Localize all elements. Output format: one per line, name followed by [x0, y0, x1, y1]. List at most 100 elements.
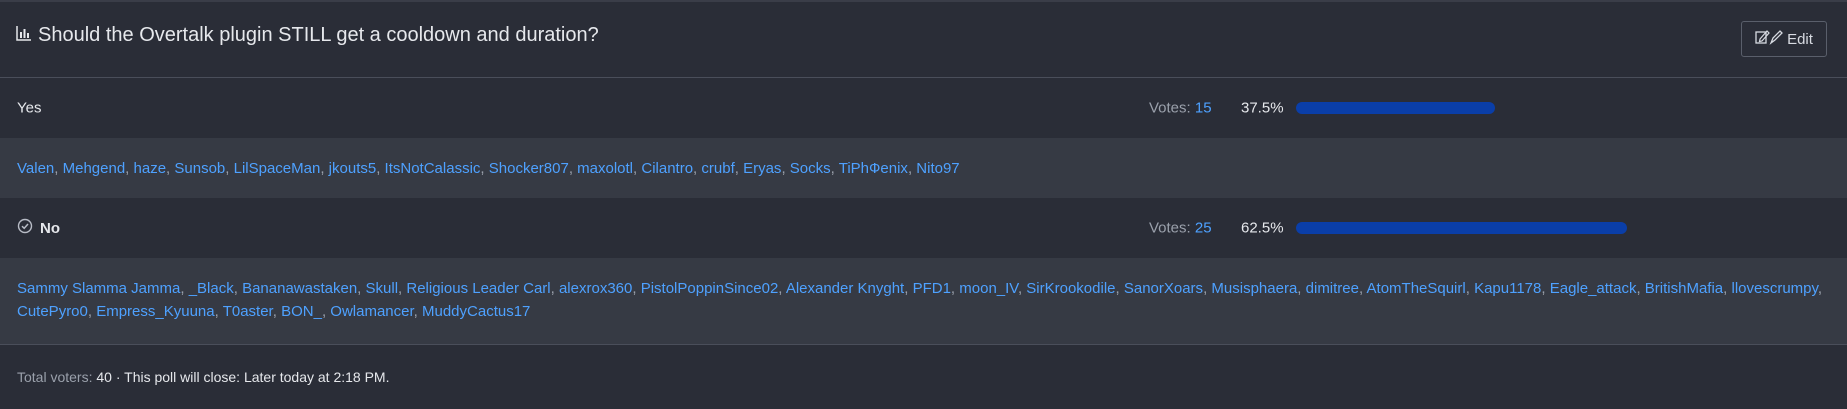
total-voters-label: Total voters:	[17, 369, 93, 385]
votes-number[interactable]: 15	[1195, 100, 1212, 117]
voter-link[interactable]: Musisphaera	[1211, 280, 1297, 297]
vote-percent: 37.5%	[1241, 99, 1284, 117]
voter-link[interactable]: Eryas	[743, 160, 781, 177]
poll-footer-text: Total voters: 40 · This poll will close:…	[17, 369, 390, 385]
voter-separator: ,	[180, 280, 189, 297]
voter-link[interactable]: Mehgend	[63, 160, 126, 177]
bar-chart-icon	[16, 24, 38, 47]
voter-link[interactable]: Skull	[366, 280, 399, 297]
voter-link[interactable]: Nito97	[916, 160, 959, 177]
voter-separator: ,	[734, 160, 744, 177]
voter-link[interactable]: maxolotl	[577, 160, 633, 177]
voter-link[interactable]: BritishMafia	[1645, 280, 1723, 297]
poll-close-text: · This poll will close: Later today at 2…	[115, 369, 390, 385]
poll-title-text: Should the Overtalk plugin STILL get a c…	[38, 24, 599, 46]
total-voters-count: 40	[96, 369, 112, 385]
voter-separator: ,	[1636, 280, 1645, 297]
option-label: No	[17, 218, 60, 238]
voter-link[interactable]: BON_	[281, 303, 322, 320]
voter-separator: ,	[376, 160, 385, 177]
voter-link[interactable]: SanorXoars	[1124, 280, 1203, 297]
voter-link[interactable]: ItsNotCalassic	[385, 160, 481, 177]
voter-link[interactable]: Owlamancer	[330, 303, 413, 320]
poll-option-yes: Yes Votes: 15 37.5%	[0, 78, 1847, 138]
voter-link[interactable]: SirKrookodile	[1026, 280, 1115, 297]
voters-row-yes: Valen, Mehgend, haze, Sunsob, LilSpaceMa…	[0, 138, 1847, 198]
voter-link[interactable]: Sammy Slamma Jamma	[17, 280, 180, 297]
poll-option-no: No Votes: 25 62.5%	[0, 198, 1847, 258]
voter-separator: ,	[357, 280, 366, 297]
voter-separator: ,	[632, 280, 641, 297]
voter-separator: ,	[1115, 280, 1124, 297]
voter-link[interactable]: PistolPoppinSince02	[641, 280, 779, 297]
voter-separator: ,	[1297, 280, 1306, 297]
voter-link[interactable]: Valen	[17, 160, 54, 177]
voter-link[interactable]: T0aster	[223, 303, 273, 320]
voter-link[interactable]: jkouts5	[329, 160, 377, 177]
voter-separator: ,	[87, 303, 97, 320]
voter-link[interactable]: moon_IV	[959, 280, 1018, 297]
voter-separator: ,	[54, 160, 63, 177]
voter-link[interactable]: crubf	[701, 160, 734, 177]
voter-link[interactable]: Bananawastaken	[242, 280, 357, 297]
voters-row-no: Sammy Slamma Jamma, _Black, Bananawastak…	[0, 258, 1847, 344]
voter-separator: ,	[778, 280, 786, 297]
votes-label: Votes:	[1149, 99, 1191, 117]
voter-separator: ,	[320, 160, 329, 177]
voter-link[interactable]: Shocker807	[489, 160, 569, 177]
voter-link[interactable]: Socks	[790, 160, 831, 177]
voter-separator: ,	[214, 303, 223, 320]
voter-separator: ,	[904, 280, 913, 297]
voter-link[interactable]: Sunsob	[174, 160, 225, 177]
voter-link[interactable]: Kapu1178	[1474, 280, 1541, 297]
voter-link[interactable]: CutePyro0	[17, 303, 88, 320]
voter-link[interactable]: PFD1	[913, 280, 951, 297]
voter-link[interactable]: Alexander Knyght	[786, 280, 904, 297]
voter-separator: ,	[1817, 280, 1823, 297]
voter-separator: ,	[1359, 280, 1367, 297]
edit-button[interactable]: Edit	[1741, 21, 1827, 57]
vote-count: Votes: 15	[1149, 100, 1212, 117]
voter-link[interactable]: Empress_Kyuuna	[96, 303, 214, 320]
voter-list: Sammy Slamma Jamma, _Black, Bananawastak…	[0, 258, 1847, 323]
voter-separator: ,	[1541, 280, 1550, 297]
poll-title: Should the Overtalk plugin STILL get a c…	[16, 24, 599, 47]
voter-link[interactable]: llovescrumpy	[1732, 280, 1818, 297]
voter-link[interactable]: alexrox360	[559, 280, 632, 297]
voter-link[interactable]: haze	[134, 160, 167, 177]
option-label-text: Yes	[17, 99, 42, 117]
voter-link[interactable]: Eagle_attack	[1550, 280, 1637, 297]
voter-separator: ,	[950, 280, 960, 297]
poll-footer: Total voters: 40 · This poll will close:…	[0, 344, 1847, 409]
edit-label: Edit	[1787, 30, 1813, 48]
voter-separator: ,	[125, 160, 134, 177]
voter-link[interactable]: MuddyCactus17	[422, 303, 530, 320]
voter-link[interactable]: LilSpaceMan	[234, 160, 321, 177]
voter-separator: ,	[480, 160, 489, 177]
check-circle-icon	[17, 218, 40, 238]
voter-separator: ,	[272, 303, 282, 320]
voter-link[interactable]: dimitree	[1306, 280, 1359, 297]
votes-number[interactable]: 25	[1195, 220, 1212, 237]
voter-separator: ,	[1465, 280, 1475, 297]
option-label: Yes	[17, 100, 41, 117]
vote-bar-fill	[1296, 102, 1495, 114]
voter-separator: ,	[233, 280, 243, 297]
voter-link[interactable]: TiPhФenix	[839, 160, 908, 177]
vote-count: Votes: 25	[1149, 220, 1212, 237]
voter-link[interactable]: AtomTheSquirl	[1367, 280, 1466, 297]
vote-bar-fill	[1296, 222, 1628, 234]
option-label-text: No	[40, 219, 60, 237]
poll-widget: Should the Overtalk plugin STILL get a c…	[0, 0, 1847, 409]
voter-link[interactable]: Religious Leader Carl	[406, 280, 550, 297]
voter-separator: ,	[781, 160, 790, 177]
poll-header: Should the Overtalk plugin STILL get a c…	[0, 2, 1847, 78]
voter-separator: ,	[550, 280, 559, 297]
votes-label: Votes:	[1149, 219, 1191, 237]
voter-separator: ,	[568, 160, 578, 177]
voter-link[interactable]: _Black	[189, 280, 234, 297]
voter-separator: ,	[1723, 280, 1732, 297]
voter-link[interactable]: Cilantro	[641, 160, 693, 177]
voter-separator: ,	[225, 160, 234, 177]
vote-bar	[1296, 222, 1826, 234]
